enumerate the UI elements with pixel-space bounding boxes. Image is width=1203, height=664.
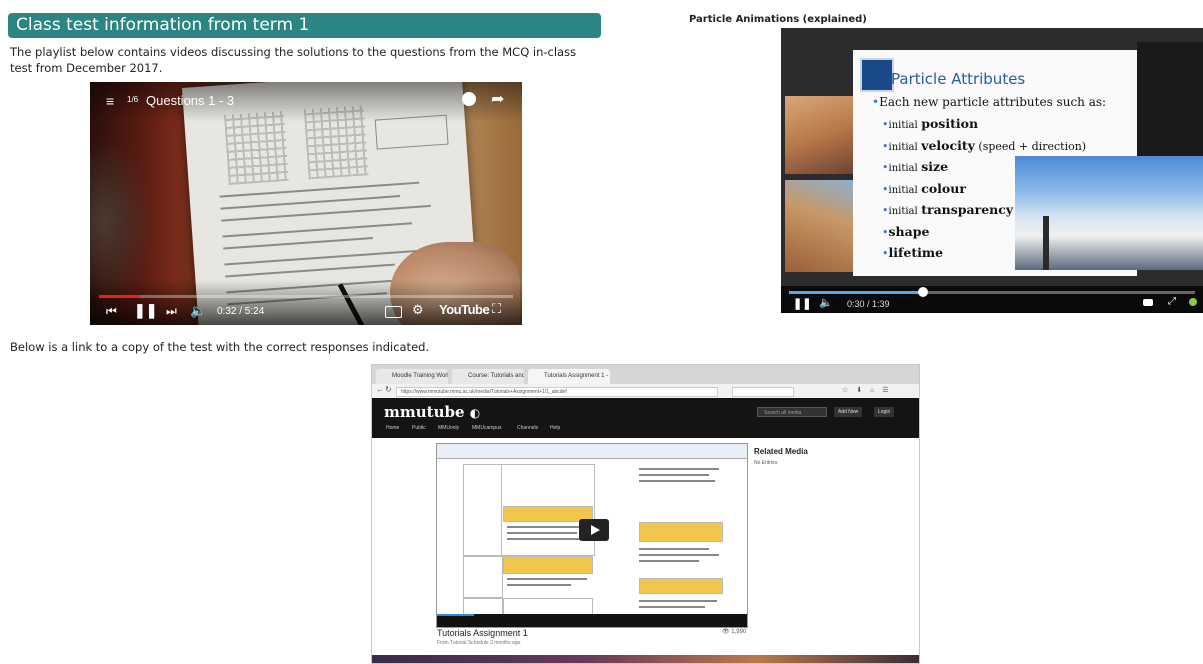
playlist-icon[interactable]: ≡: [106, 93, 114, 109]
scrubber-handle[interactable]: [917, 287, 928, 297]
back-icon[interactable]: ←: [376, 385, 384, 394]
browser-screenshot: Moodle Training Work Course: Tutorials a…: [371, 364, 920, 664]
fullscreen-icon[interactable]: ⛶: [492, 301, 501, 317]
add-new-button[interactable]: Add New: [834, 407, 863, 417]
browser-tab-active[interactable]: Tutorials Assignment 1 - M...: [528, 369, 610, 384]
nav-home[interactable]: Home: [386, 425, 399, 431]
bullet-item: •lifetime: [882, 245, 944, 260]
bullet-item: •initial position: [882, 116, 979, 131]
section-title: Class test information from term 1: [16, 15, 310, 35]
kaltura-logo-icon[interactable]: [1189, 298, 1197, 306]
pause-icon[interactable]: ❚❚: [793, 297, 811, 310]
bullet-item: •initial colour: [882, 180, 966, 196]
previous-icon[interactable]: ⏮: [106, 304, 117, 319]
nav-mmucampus[interactable]: MMUcampus: [472, 425, 501, 431]
bullet-item: •initial transparency: [882, 202, 1014, 217]
time-display: 0:32 / 5:24: [217, 306, 265, 317]
media-search-input[interactable]: Search all media: [757, 407, 827, 417]
link-paragraph: Below is a link to a copy of the test wi…: [10, 340, 430, 354]
refresh-icon[interactable]: ↻: [385, 385, 392, 394]
nav-public[interactable]: Public: [412, 425, 426, 431]
watch-later-icon[interactable]: [462, 92, 476, 106]
slide-lead: Each new particle attributes such as:: [879, 95, 1107, 109]
embedded-media-player[interactable]: [436, 443, 748, 628]
university-logo-icon: [860, 58, 894, 92]
slide-bullets: •Each new particle attributes such as: •…: [872, 95, 1106, 265]
nav-mmuonly[interactable]: MMUonly: [438, 425, 459, 431]
word-ribbon: [437, 444, 747, 459]
editor-panel: [1137, 42, 1203, 158]
nav-channels[interactable]: Channels: [517, 425, 538, 431]
login-button[interactable]: Login: [874, 407, 895, 417]
bullet-item: •shape: [882, 223, 930, 239]
site-header: mmutube ◐ Home Public MMUonly MMUcampus …: [372, 398, 919, 438]
bullet-item: •initial size: [882, 159, 949, 174]
related-media-heading: Related Media: [754, 447, 808, 456]
playlist-count: 1/6: [127, 95, 139, 104]
url-field[interactable]: https://www.mmutube.mmu.ac.uk/media/Tuto…: [396, 387, 718, 397]
media-title[interactable]: Tutorials Assignment 1: [437, 628, 528, 638]
captions-icon[interactable]: [385, 306, 402, 318]
desert-thumbnail-2: [785, 180, 855, 272]
video-title[interactable]: Questions 1 - 3: [146, 93, 234, 108]
toolbar-icons[interactable]: ☆ ⬇ ⌂ ☰: [842, 386, 891, 394]
browser-search-field[interactable]: [732, 387, 794, 397]
volume-icon[interactable]: 🔈: [819, 296, 833, 309]
progress-fill: [789, 291, 923, 294]
bullet-item: •initial velocity (speed + direction): [882, 137, 1087, 153]
site-logo[interactable]: mmutube ◐: [384, 403, 480, 421]
fullscreen-icon[interactable]: ⤢: [1168, 296, 1176, 307]
taskbar: [372, 655, 919, 663]
progress-fill: [437, 614, 475, 616]
play-icon: [591, 525, 600, 535]
pause-icon[interactable]: ❚❚: [134, 302, 157, 319]
captions-icon[interactable]: [1143, 299, 1153, 306]
browser-tab[interactable]: Moodle Training Work: [376, 369, 448, 384]
settings-icon[interactable]: ⚙: [412, 302, 424, 318]
time-display: 0:30 / 1:39: [847, 299, 890, 309]
play-button[interactable]: [579, 519, 609, 541]
youtube-logo[interactable]: YouTube: [439, 302, 490, 317]
browser-tabbar: Moodle Training Work Course: Tutorials a…: [372, 365, 919, 384]
document-page: [449, 460, 735, 626]
particle-video-player[interactable]: Particle Attributes •Each new particle a…: [781, 28, 1203, 313]
media-subtitle: From Tutorial Schedule 3 months ago: [437, 640, 521, 646]
next-icon[interactable]: ⏭: [166, 304, 177, 319]
player-controls[interactable]: [437, 614, 747, 627]
slide-title: Particle Attributes: [891, 70, 1026, 88]
progress-bar[interactable]: [789, 287, 1195, 297]
video2-heading: Particle Animations (explained): [689, 14, 867, 25]
youtube-playlist-player[interactable]: ≡ 1/6 Questions 1 - 3 ➦ ⏮ ❚❚ ⏭ 🔈 0:32 / …: [90, 82, 522, 325]
browser-tab[interactable]: Course: Tutorials and Work: [452, 369, 524, 384]
nav-help[interactable]: Help: [550, 425, 560, 431]
share-icon[interactable]: ➦: [491, 89, 504, 109]
volume-icon[interactable]: 🔈: [190, 303, 206, 319]
view-count: 👁 1,990: [722, 629, 747, 635]
progress-bar[interactable]: [99, 295, 513, 298]
section-header: Class test information from term 1: [8, 13, 601, 38]
intro-paragraph: The playlist below contains videos discu…: [10, 45, 577, 75]
related-media-empty: No Entries: [754, 460, 778, 466]
address-bar: ← ↻ https://www.mmutube.mmu.ac.uk/media/…: [372, 384, 919, 399]
desert-thumbnail: [785, 96, 861, 174]
progress-fill: [99, 295, 141, 298]
